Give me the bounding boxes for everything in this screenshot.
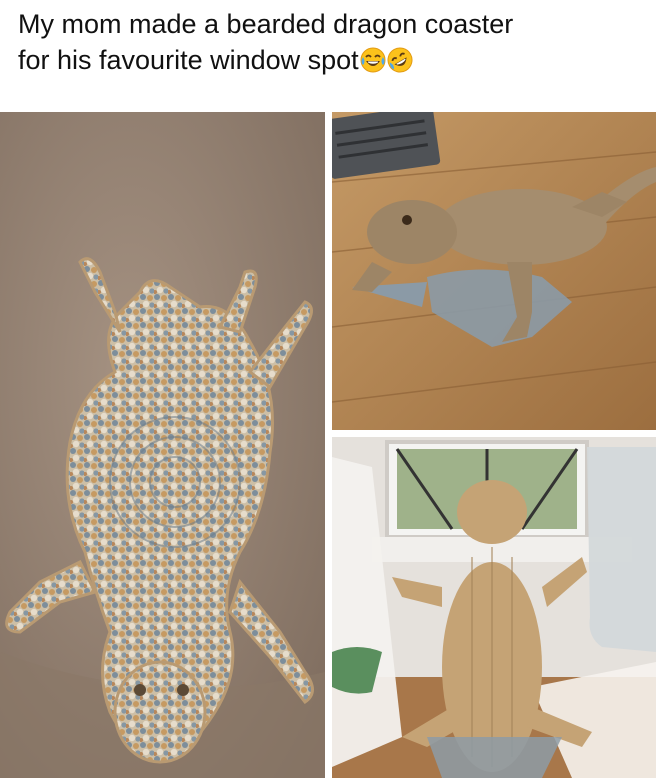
meme-caption: My mom made a bearded dragon coaster for…: [18, 6, 648, 78]
coaster-eye-right: [177, 684, 189, 696]
rolling-laughing-emoji-icon: [387, 47, 413, 73]
dragon-window-illustration: [332, 437, 656, 778]
crochet-coaster-illustration: [0, 112, 325, 778]
dragon-on-coaster-photo: [332, 112, 656, 430]
caption-line-1: My mom made a bearded dragon coaster: [18, 9, 514, 39]
caption-line-2: for his favourite window spot: [18, 42, 648, 78]
dragon-on-floor-illustration: [332, 112, 656, 430]
crochet-coaster-photo: [0, 112, 325, 778]
caption-line-2-text: for his favourite window spot: [18, 45, 359, 75]
coaster-eye-left: [134, 684, 146, 696]
dragon-at-window-photo: [332, 437, 656, 778]
tears-of-joy-emoji-icon: [360, 47, 386, 73]
